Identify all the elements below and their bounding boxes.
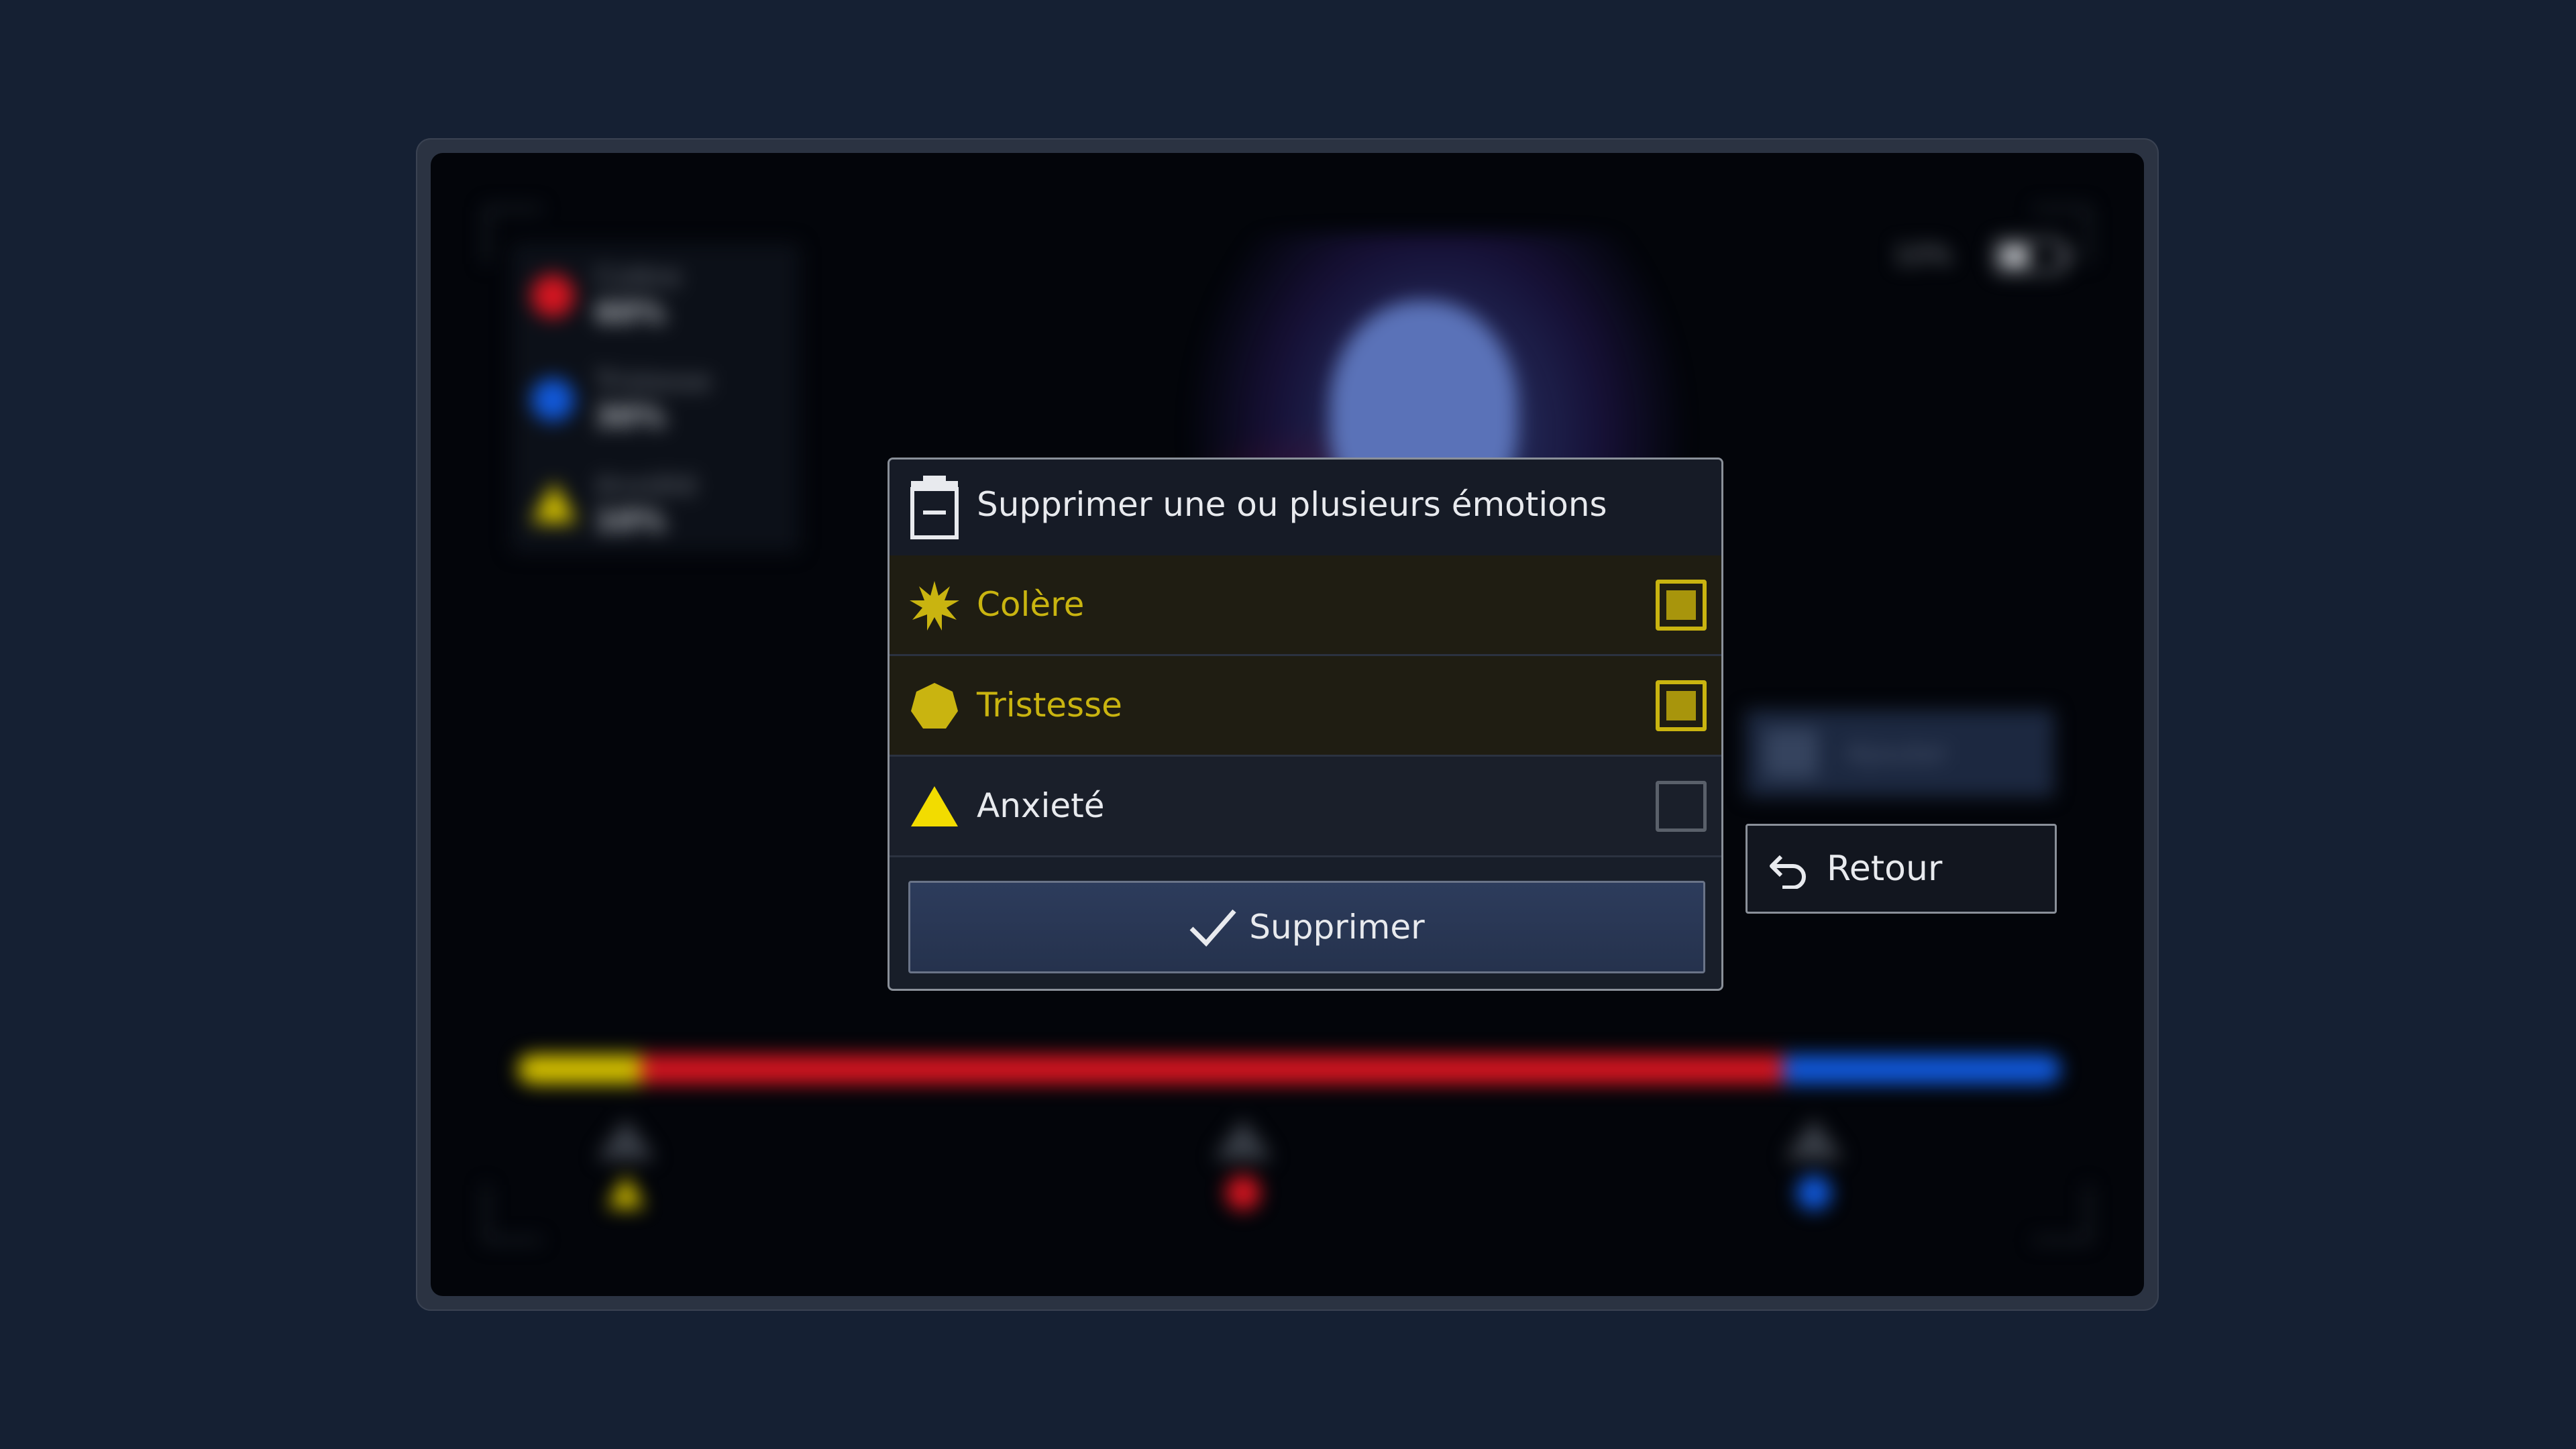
delete-emotions-dialog: Supprimer une ou plusieurs émotions Colè… (888, 458, 1723, 991)
option-colere[interactable]: Colère (890, 555, 1721, 656)
undo-arrow-icon (1770, 855, 1806, 889)
option-anxiete[interactable]: Anxieté (890, 757, 1721, 857)
anxiety-triangle-icon (607, 1175, 645, 1208)
triangle-icon (911, 786, 958, 826)
option-checkbox[interactable] (1656, 781, 1707, 832)
back-button-label: Retour (1827, 849, 1943, 889)
emotion-dot-icon (1226, 1175, 1260, 1210)
option-tristesse[interactable]: Tristesse (890, 656, 1721, 757)
dialog-header: Supprimer une ou plusieurs émotions (890, 460, 1721, 557)
back-button[interactable]: Retour (1746, 824, 2057, 914)
dialog-title: Supprimer une ou plusieurs émotions (977, 485, 1607, 524)
delete-button-label: Supprimer (1249, 908, 1425, 947)
option-label: Anxieté (977, 786, 1105, 825)
trash-icon (910, 476, 959, 539)
option-checkbox[interactable] (1656, 680, 1707, 731)
delete-button[interactable]: Supprimer (908, 881, 1705, 973)
delete-button-content: Supprimer (910, 883, 1703, 971)
timeline-marker-icon (1784, 1119, 1843, 1159)
star-burst-icon (910, 581, 959, 631)
option-checkbox[interactable] (1656, 580, 1707, 631)
timeline-marker-icon (596, 1119, 655, 1159)
option-label: Colère (977, 585, 1085, 624)
timeline-marker-icon (1214, 1119, 1273, 1159)
heptagon-icon (911, 683, 958, 729)
checkmark-icon (1189, 909, 1236, 947)
emotion-dot-icon (1796, 1175, 1831, 1210)
option-label: Tristesse (977, 686, 1122, 724)
